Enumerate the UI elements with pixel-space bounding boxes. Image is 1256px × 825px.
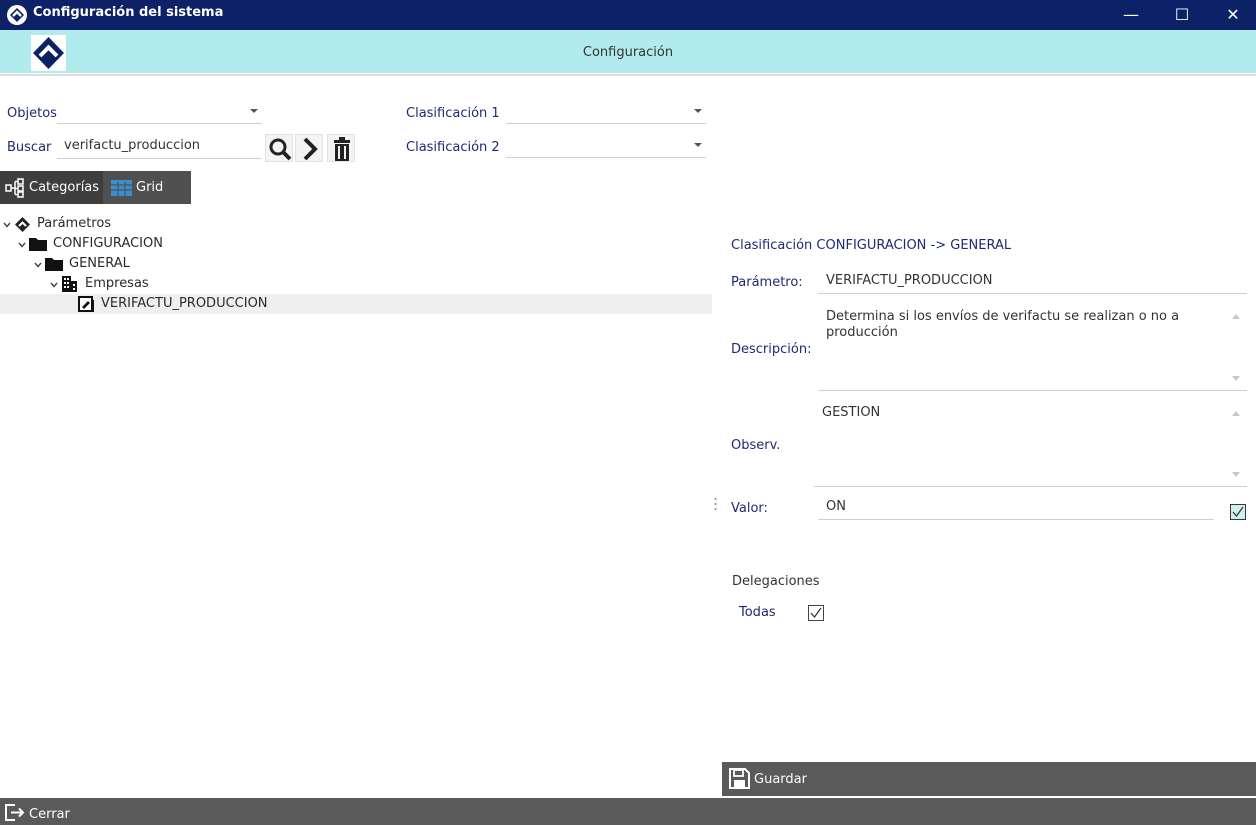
app-logo-icon (7, 5, 27, 25)
building-icon (62, 276, 77, 292)
observ-label: Observ. (731, 438, 781, 453)
clasificacion1-label: Clasificación 1 (406, 106, 500, 121)
tree-item-label: Empresas (85, 276, 149, 291)
exit-icon (5, 804, 25, 821)
checkmark-icon (1232, 506, 1244, 517)
floppy-disk-icon (729, 768, 750, 789)
page-title: Configuración (582, 45, 674, 60)
objetos-select[interactable] (57, 100, 262, 124)
chevron-down-icon (50, 282, 58, 288)
search-button[interactable] (265, 134, 293, 162)
tree-item-general[interactable]: GENERAL (0, 254, 712, 274)
tree-item-configuracion[interactable]: CONFIGURACION (0, 234, 712, 254)
next-button[interactable] (295, 134, 323, 162)
close-window-button[interactable]: ✕ (1208, 0, 1256, 30)
tree-item-label: Parámetros (37, 216, 112, 231)
descripcion-label: Descripción: (731, 342, 812, 357)
valor-value: ON (826, 499, 846, 514)
clasificacion-heading: Clasificación CONFIGURACION -> GENERAL (731, 238, 1012, 253)
parametro-field[interactable]: VERIFACTU_PRODUCCION (818, 267, 1247, 294)
close-button[interactable]: Cerrar (0, 798, 90, 825)
todas-checkbox[interactable] (808, 605, 824, 621)
header-divider (0, 74, 1256, 76)
title-bar: Configuración del sistema — ☐ ✕ (0, 0, 1256, 30)
maximize-button[interactable]: ☐ (1157, 0, 1207, 30)
descripcion-line1: Determina si los envíos de verifactu se … (826, 309, 1180, 324)
footer-bar: Cerrar (0, 798, 1256, 825)
header-band: Configuración (0, 30, 1256, 73)
folder-icon (45, 258, 63, 271)
valor-label: Valor: (731, 501, 768, 516)
view-tabs: Categorías Grid (0, 171, 191, 204)
configuration-window: { "window": { "title": "Configuración de… (0, 0, 1256, 825)
tree-item-label: CONFIGURACION (53, 236, 163, 251)
minimize-button[interactable]: — (1106, 0, 1156, 30)
hierarchy-icon (5, 178, 24, 198)
clasificacion2-select[interactable] (506, 134, 706, 158)
save-button-label: Guardar (754, 772, 807, 787)
close-button-label: Cerrar (29, 807, 70, 822)
valor-field[interactable]: ON (818, 493, 1214, 520)
delegaciones-label: Delegaciones (732, 574, 820, 589)
tab-categorias-label: Categorías (29, 180, 100, 195)
chevron-down-icon (34, 262, 42, 268)
tree-item-empresas[interactable]: Empresas (0, 274, 712, 294)
delete-button[interactable] (327, 134, 355, 162)
grid-table-icon (111, 180, 132, 196)
todas-label: Todas (739, 605, 776, 620)
tree-item-label: VERIFACTU_PRODUCCION (101, 296, 268, 311)
chevron-down-icon (3, 222, 11, 228)
parametro-label: Parámetro: (731, 275, 803, 290)
splitter-handle-icon[interactable] (714, 497, 717, 511)
buscar-label: Buscar (7, 140, 52, 155)
tab-grid-label: Grid (136, 180, 164, 195)
folder-icon (29, 238, 47, 251)
trash-icon (334, 137, 350, 161)
parametro-value: VERIFACTU_PRODUCCION (826, 273, 993, 288)
app-logo-icon (15, 217, 30, 232)
search-icon (269, 138, 292, 161)
scroll-down-icon[interactable] (1232, 376, 1240, 381)
chevron-down-icon (694, 143, 702, 147)
parameter-doc-icon (78, 296, 94, 312)
checkmark-icon (810, 607, 822, 618)
objetos-label: Objetos (7, 106, 57, 121)
tree-item-label: GENERAL (69, 256, 130, 271)
tab-categorias[interactable]: Categorías (0, 171, 103, 204)
chevron-down-icon (18, 242, 26, 248)
search-input[interactable] (57, 133, 262, 159)
tree-item-parametros[interactable]: Parámetros (0, 214, 712, 234)
scroll-up-icon[interactable] (1232, 411, 1240, 416)
chevron-down-icon (694, 109, 702, 113)
chevron-right-icon (303, 137, 318, 161)
clasificacion1-select[interactable] (506, 100, 706, 124)
tab-grid[interactable]: Grid (103, 171, 191, 204)
tree-item-verifactu-produccion[interactable]: VERIFACTU_PRODUCCION (0, 294, 712, 314)
descripcion-line2: producción (826, 325, 898, 340)
observ-textarea[interactable]: GESTION (814, 400, 1247, 487)
save-button[interactable]: Guardar (722, 762, 1256, 796)
observ-value: GESTION (822, 405, 881, 420)
window-title: Configuración del sistema (33, 5, 224, 20)
scroll-down-icon[interactable] (1232, 472, 1240, 477)
descripcion-textarea[interactable]: Determina si los envíos de verifactu se … (818, 304, 1247, 391)
clasificacion2-label: Clasificación 2 (406, 140, 500, 155)
valor-checkbox[interactable] (1230, 504, 1246, 520)
chevron-down-icon (250, 109, 258, 113)
scroll-up-icon[interactable] (1232, 314, 1240, 319)
